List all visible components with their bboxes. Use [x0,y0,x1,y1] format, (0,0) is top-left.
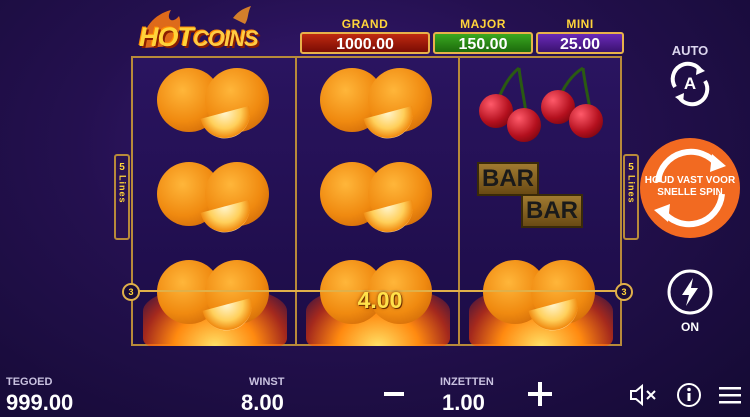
turbo-button[interactable] [666,268,714,316]
symbol-orange [320,162,432,242]
autoplay-button[interactable]: A [665,59,715,109]
bar-symbol: BAR [477,162,539,196]
bet-value: 1.00 [442,390,485,415]
menu-button[interactable] [719,385,741,405]
symbol-orange-fire [143,258,287,346]
sound-toggle-button[interactable] [629,383,657,407]
lines-indicator-right: 5 Lines [623,154,639,240]
lines-count-right: 5 [628,162,634,173]
payline-number-left: 3 [122,283,140,301]
symbol-bar: BAR BAR [477,162,607,242]
reel-divider [458,58,460,344]
decrease-bet-button[interactable] [383,383,405,405]
hamburger-menu-icon [719,387,741,404]
spin-text-line1: HOUD VAST VOOR [644,175,736,186]
turbo-status-label: ON [681,320,699,334]
reel-divider [295,58,297,344]
jackpot-mini-value: 25.00 [536,32,624,54]
bar-symbol: BAR [521,194,583,228]
payline-number-right: 3 [615,283,633,301]
logo-hot: HOT [139,22,194,52]
jackpot-mini: MINI 25.00 [536,18,624,56]
jackpot-mini-label: MINI [566,17,594,31]
spin-text-line2: SNELLE SPIN [657,187,723,198]
increase-bet-button[interactable] [527,381,553,407]
balance-value: 999.00 [6,390,74,415]
jackpot-major: MAJOR 150.00 [433,18,533,56]
cherry [507,108,541,142]
lightning-icon [667,269,713,315]
balance-label: TEGOED [6,376,53,388]
logo-wordmark: HOTCOINS [139,22,259,53]
jackpot-major-value: 150.00 [433,32,533,54]
line-win-amount: 4.00 [357,287,403,313]
autoplay-letter: A [683,74,697,93]
jackpot-grand: GRAND 1000.00 [300,18,430,56]
info-icon [677,383,701,407]
symbol-orange [157,162,269,242]
win-value: 8.00 [241,390,284,415]
cherry [569,104,603,138]
symbol-orange-fire [469,258,613,346]
lines-indicator-left: 5 Lines [114,154,130,240]
minus-icon [384,392,404,396]
logo-coins: COINS [193,26,259,51]
game-logo: HOTCOINS [133,6,295,58]
win-label: WINST [249,376,285,388]
lines-word-left: Lines [117,175,128,204]
spin-button-text: HOUD VAST VOOR SNELLE SPIN [640,175,740,199]
symbol-cherry [473,64,613,150]
sound-muted-icon [630,383,656,407]
plus-icon [528,382,552,406]
jackpot-major-label: MAJOR [460,17,506,31]
jackpot-grand-label: GRAND [341,17,389,31]
lines-word-right: Lines [626,175,637,204]
autoplay-label: AUTO [671,43,709,58]
symbol-orange [157,68,269,148]
lines-count-left: 5 [119,162,125,173]
info-button[interactable] [676,382,702,408]
symbol-orange [320,68,432,148]
bet-label: INZETTEN [440,376,494,388]
jackpot-grand-value: 1000.00 [300,32,430,54]
